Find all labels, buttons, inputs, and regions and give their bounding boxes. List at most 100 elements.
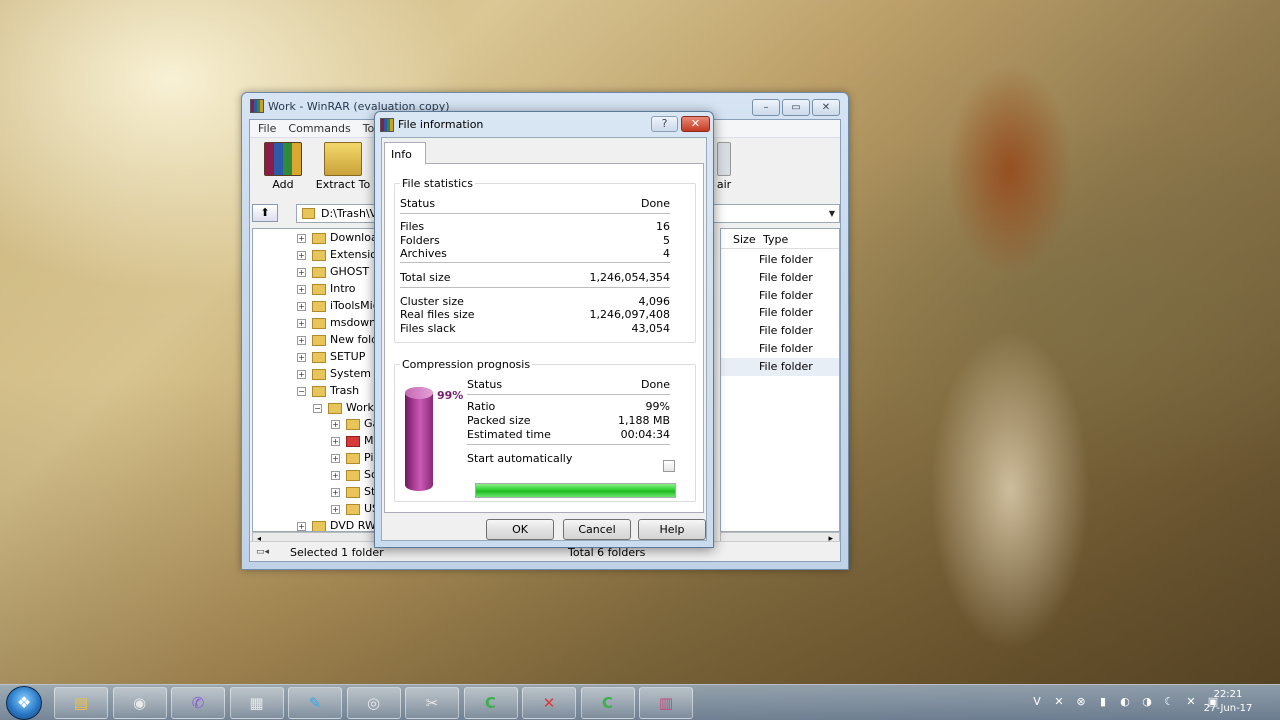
tray-icon[interactable]: ⊗ — [1074, 695, 1088, 708]
divider — [467, 394, 670, 395]
cancel-button[interactable]: Cancel — [563, 519, 631, 540]
expand-icon[interactable]: + — [331, 453, 340, 463]
wallpaper-figure — [860, 20, 1160, 684]
menu-commands[interactable]: Commands — [282, 120, 356, 137]
taskbar-viber-button[interactable]: ✆ — [171, 687, 225, 719]
up-folder-button[interactable]: ⬆ — [252, 204, 278, 222]
tree-item[interactable]: + msdownl — [297, 316, 378, 333]
chevron-down-icon[interactable]: ▼ — [829, 209, 835, 218]
start-automatically-checkbox[interactable] — [663, 460, 675, 472]
taskbar-camera-button[interactable]: ◎ — [346, 687, 401, 719]
clock[interactable]: 22:21 27-Jun-17 — [1200, 688, 1256, 716]
tree-item[interactable]: + GHOST — [297, 265, 369, 282]
collapse-icon[interactable]: − — [313, 403, 322, 413]
expand-icon[interactable]: + — [297, 233, 306, 243]
maximize-button[interactable]: ▭ — [782, 99, 810, 116]
help-button[interactable]: Help — [638, 519, 706, 540]
column-size[interactable]: Size — [733, 233, 756, 246]
info-panel: File statistics Status Done Files 16 Fol… — [384, 163, 704, 513]
add-button[interactable]: Add — [258, 142, 308, 191]
files-value: 16 — [656, 220, 670, 233]
expand-icon[interactable]: + — [331, 487, 340, 497]
tree-item[interactable]: + US — [331, 502, 377, 519]
tree-item[interactable]: + Ga — [331, 417, 377, 434]
close-icon[interactable]: ✕ — [681, 116, 710, 132]
tree-item-label: msdownl — [330, 316, 378, 329]
expand-icon[interactable]: + — [331, 436, 340, 446]
tray-icon[interactable]: ▮ — [1096, 695, 1110, 708]
tree-item[interactable]: + Pi — [331, 451, 373, 468]
winrar-icon — [380, 118, 394, 132]
help-icon[interactable]: ? — [651, 116, 678, 132]
folder-icon — [328, 402, 342, 414]
ok-button[interactable]: OK — [486, 519, 554, 540]
tray-icon[interactable]: ☾ — [1162, 695, 1176, 708]
tree-item-label: Pi — [364, 451, 374, 464]
folder-icon — [312, 300, 326, 312]
column-type[interactable]: Type — [763, 233, 788, 246]
tree-item[interactable]: + M — [331, 434, 374, 451]
tree-item[interactable]: + So — [331, 468, 377, 485]
extract-folder-icon — [324, 142, 362, 176]
extract-to-button[interactable]: Extract To — [312, 142, 374, 191]
taskbar-chrome-button[interactable]: ◉ — [112, 687, 167, 719]
tree-item[interactable]: + SETUP — [297, 350, 365, 367]
expand-icon[interactable]: + — [297, 250, 306, 260]
expand-icon[interactable]: + — [297, 521, 306, 531]
start-button[interactable]: ❖ — [6, 686, 42, 720]
list-row[interactable]: File folder — [721, 269, 839, 287]
expand-icon[interactable]: + — [297, 267, 306, 277]
taskbar-camtasia-button[interactable]: C — [463, 687, 518, 719]
taskbar-winrar-button[interactable]: ▥ — [639, 687, 693, 719]
ratio-label: Ratio — [467, 400, 496, 413]
taskbar-tool-button[interactable]: ✂ — [405, 687, 459, 719]
tray-icon[interactable]: V — [1030, 695, 1044, 708]
close-button[interactable]: ✕ — [812, 99, 840, 116]
group-label: File statistics — [400, 177, 475, 190]
list-row[interactable]: File folder — [721, 322, 839, 340]
collapse-icon[interactable]: − — [297, 386, 306, 396]
expand-icon[interactable]: + — [297, 284, 306, 294]
tray-icon[interactable]: ✕ — [1052, 695, 1066, 708]
tree-item[interactable]: + New folde — [297, 333, 377, 350]
dialog-title: File information — [398, 118, 484, 131]
expand-icon[interactable]: + — [297, 318, 306, 328]
tree-item[interactable]: + Download — [297, 231, 377, 248]
window-controls: – ▭ ✕ — [752, 99, 840, 116]
tree-item[interactable]: + Intro — [297, 282, 356, 299]
taskbar-app-button[interactable]: ▦ — [229, 687, 284, 719]
tree-item[interactable]: + Sti — [331, 485, 377, 502]
tree-item[interactable]: + System V — [297, 367, 377, 384]
minimize-button[interactable]: – — [752, 99, 780, 116]
tab-info[interactable]: Info — [384, 142, 426, 164]
tray-icon[interactable]: ✕ — [1184, 695, 1198, 708]
tray-icon[interactable]: ◑ — [1140, 695, 1154, 708]
taskbar-feather-button[interactable]: ✎ — [288, 687, 342, 719]
expand-icon[interactable]: + — [297, 335, 306, 345]
tree-item[interactable]: − Work — [313, 401, 374, 418]
tree-item[interactable]: − Trash — [297, 384, 359, 401]
repair-button[interactable]: air — [712, 142, 736, 191]
menu-file[interactable]: File — [252, 120, 282, 137]
list-row[interactable]: File folder — [721, 340, 839, 358]
expand-icon[interactable]: + — [331, 470, 340, 480]
expand-icon[interactable]: + — [297, 352, 306, 362]
taskbar-explorer-button[interactable]: ▤ — [54, 687, 108, 719]
list-row[interactable]: File folder — [721, 304, 839, 322]
taskbar-red-app-button[interactable]: ✕ — [522, 687, 576, 719]
start-automatically-label: Start automatically — [467, 452, 573, 465]
taskbar-camtasia-2-button[interactable]: C — [580, 687, 635, 719]
expand-icon[interactable]: + — [297, 369, 306, 379]
list-row[interactable]: File folder — [721, 357, 839, 376]
tree-item[interactable]: + DVD RW D — [297, 519, 377, 531]
tray-icon[interactable]: ◐ — [1118, 695, 1132, 708]
list-row[interactable]: File folder — [721, 287, 839, 305]
list-row[interactable]: File folder — [721, 251, 839, 269]
expand-icon[interactable]: + — [331, 419, 340, 429]
list-header: Size Type — [721, 229, 839, 249]
expand-icon[interactable]: + — [331, 504, 340, 514]
taskbar: ❖ ▤ ◉ ✆ ▦ ✎ ◎ ✂ C ✕ C ▥ V ✕ ⊗ ▮ ◐ ◑ ☾ ✕ ▣ 22:21 27-Jun-17 — [0, 684, 1280, 720]
tree-item[interactable]: + iToolsMig — [297, 299, 377, 316]
tree-item[interactable]: + Extension — [297, 248, 377, 265]
expand-icon[interactable]: + — [297, 301, 306, 311]
